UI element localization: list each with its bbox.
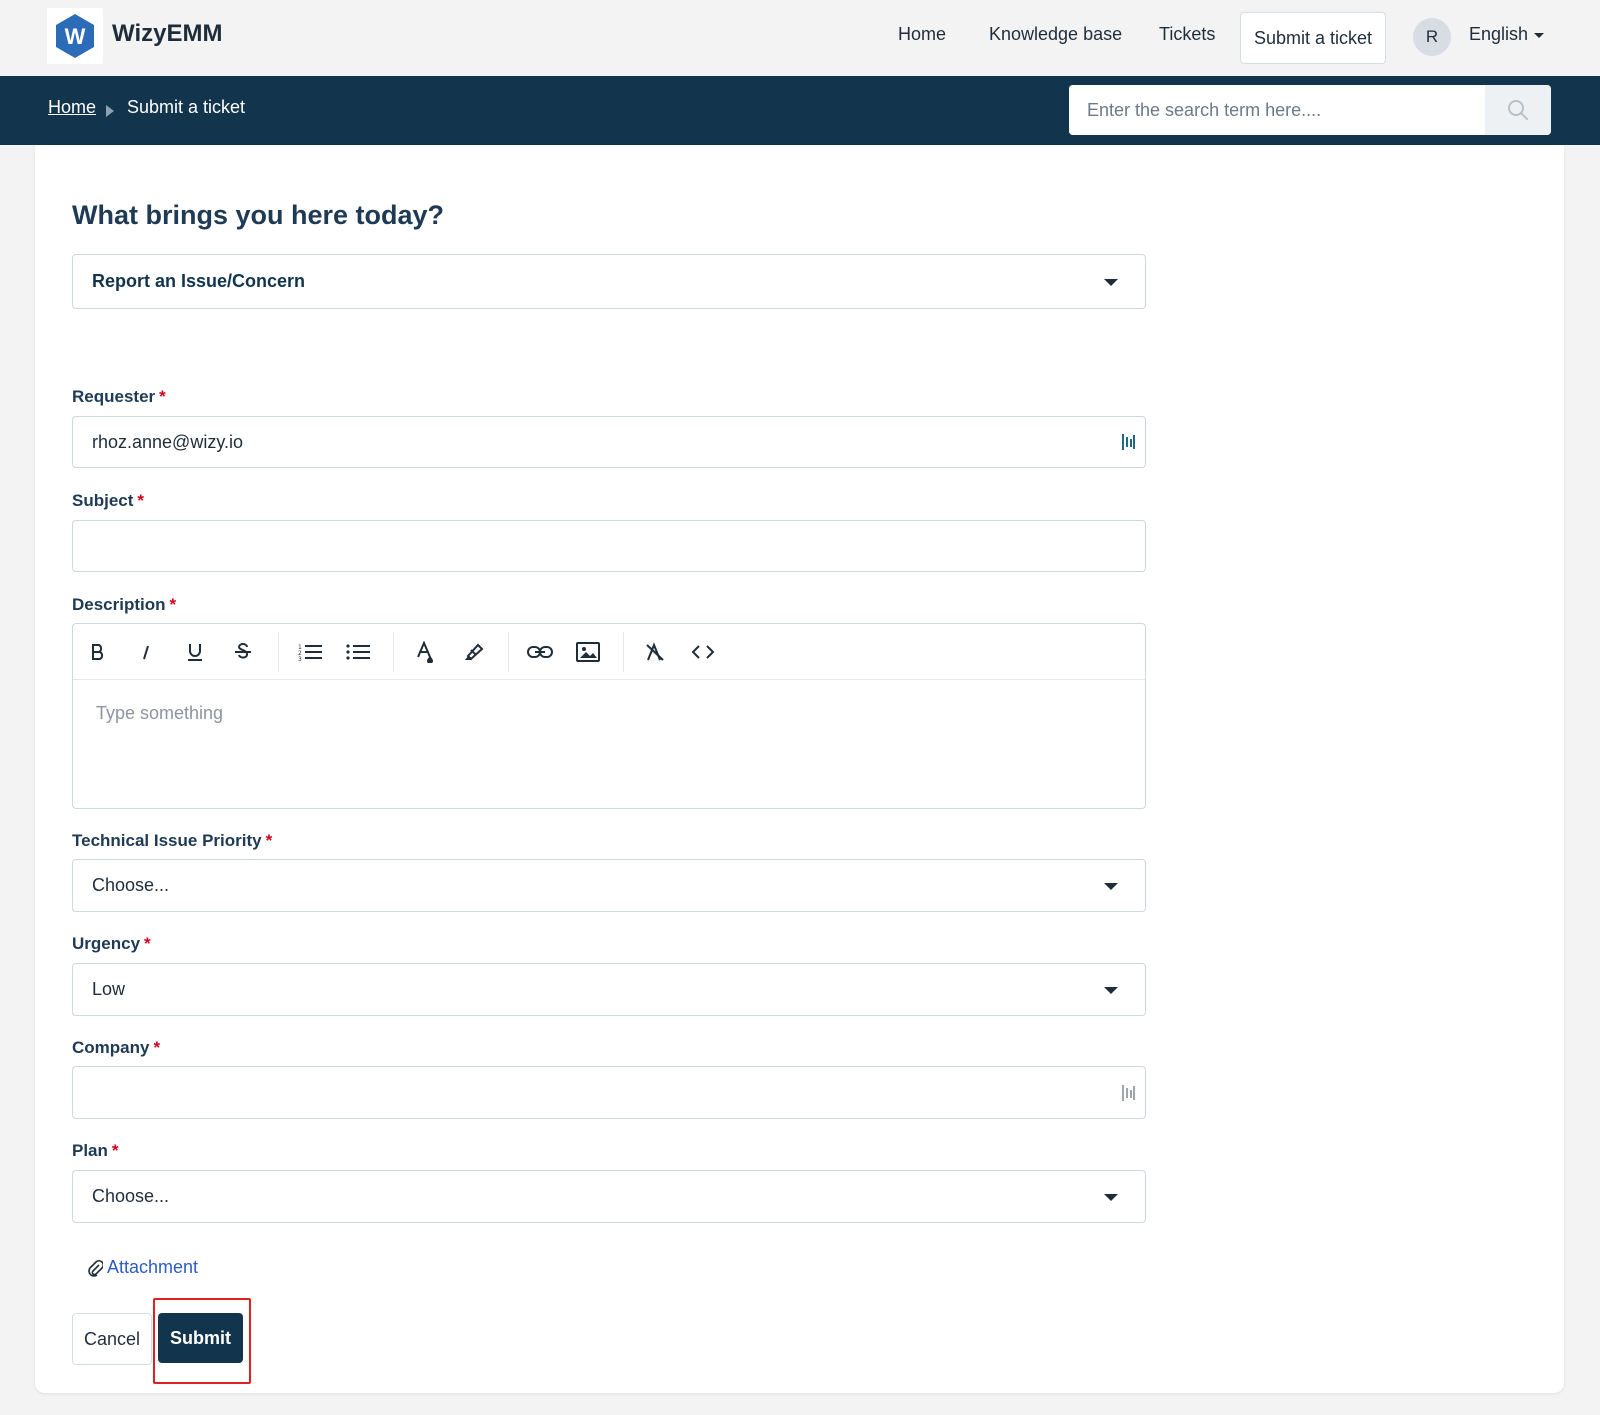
code-icon[interactable] [688,637,718,667]
description-input[interactable]: Type something [96,703,223,724]
urgency-value: Low [92,979,126,999]
caret-down-icon [1104,883,1118,890]
underline-icon[interactable] [180,637,210,667]
priority-value: Choose... [92,875,170,895]
priority-dropdown[interactable]: Choose... [72,859,1146,912]
autofill-icon [1122,434,1135,450]
bold-icon[interactable] [83,637,113,667]
language-label: English [1469,24,1529,44]
nav-home[interactable]: Home [898,24,946,45]
subject-field[interactable] [72,520,1146,572]
search-box [1069,85,1551,135]
bullet-list-icon[interactable] [343,637,373,667]
description-label: Description * [72,595,177,614]
paperclip-icon [88,1259,103,1277]
search-button[interactable] [1485,85,1551,135]
clear-format-icon[interactable] [640,637,670,667]
breadcrumb-current: Submit a ticket [127,97,246,117]
editor-toolbar: 123 [73,624,1145,680]
language-selector[interactable]: English [1469,24,1545,45]
logo-letter: W [65,24,86,49]
highlight-icon[interactable] [458,637,488,667]
link-icon[interactable] [525,637,555,667]
logo-hexagon-icon: W [56,14,94,58]
plan-label: Plan * [72,1141,119,1160]
attachment-link[interactable]: Attachment [87,1257,198,1278]
toolbar-divider [278,632,279,672]
caret-down-icon [1104,1194,1118,1201]
caret-down-icon [1104,279,1118,286]
nav-knowledge-base[interactable]: Knowledge base [989,24,1122,45]
company-label: Company * [72,1038,161,1057]
brand-name: WizyEMM [112,20,223,47]
breadcrumb-home-link[interactable]: Home [48,97,96,118]
top-header: W WizyEMM Home Knowledge base Tickets Su… [0,0,1600,76]
requester-field[interactable]: rhoz.anne@wizy.io [72,416,1146,468]
nav-tickets[interactable]: Tickets [1159,24,1215,45]
image-icon[interactable] [573,637,603,667]
breadcrumb: Home Submit a ticket [0,76,1600,145]
page-title: What brings you here today? [72,200,445,230]
requester-value: rhoz.anne@wizy.io [92,432,244,452]
search-icon [1508,100,1528,120]
toolbar-divider [508,632,509,672]
attachment-label: Attachment [107,1257,199,1277]
plan-dropdown[interactable]: Choose... [72,1170,1146,1223]
autofill-icon [1122,1085,1135,1101]
cancel-button[interactable]: Cancel [72,1313,152,1365]
company-field[interactable] [72,1066,1146,1119]
ticket-form-card: What brings you here today? Report an Is… [35,145,1564,1393]
toolbar-divider [393,632,394,672]
svg-text:3: 3 [298,656,302,661]
toolbar-divider [623,632,624,672]
submit-button[interactable]: Submit [158,1313,243,1363]
logo[interactable]: W [47,8,103,64]
chevron-down-icon [1534,32,1545,38]
ticket-type-dropdown[interactable]: Report an Issue/Concern [72,254,1146,309]
nav-submit-ticket[interactable]: Submit a ticket [1240,12,1386,64]
description-editor: 123 Type something [72,623,1146,809]
ordered-list-icon[interactable]: 123 [295,637,325,667]
urgency-label: Urgency * [72,934,151,953]
italic-icon[interactable] [131,637,161,667]
subject-label: Subject * [72,491,145,510]
requester-label: Requester * [72,387,166,406]
text-color-icon[interactable] [410,637,440,667]
breadcrumb-separator-icon [106,105,114,117]
caret-down-icon [1104,987,1118,994]
search-input[interactable] [1069,85,1485,135]
plan-value: Choose... [92,1186,170,1206]
urgency-dropdown[interactable]: Low [72,963,1146,1016]
strikethrough-icon[interactable] [228,637,258,667]
priority-label: Technical Issue Priority * [72,831,273,850]
ticket-type-value: Report an Issue/Concern [92,271,306,291]
avatar[interactable]: R [1413,18,1451,56]
